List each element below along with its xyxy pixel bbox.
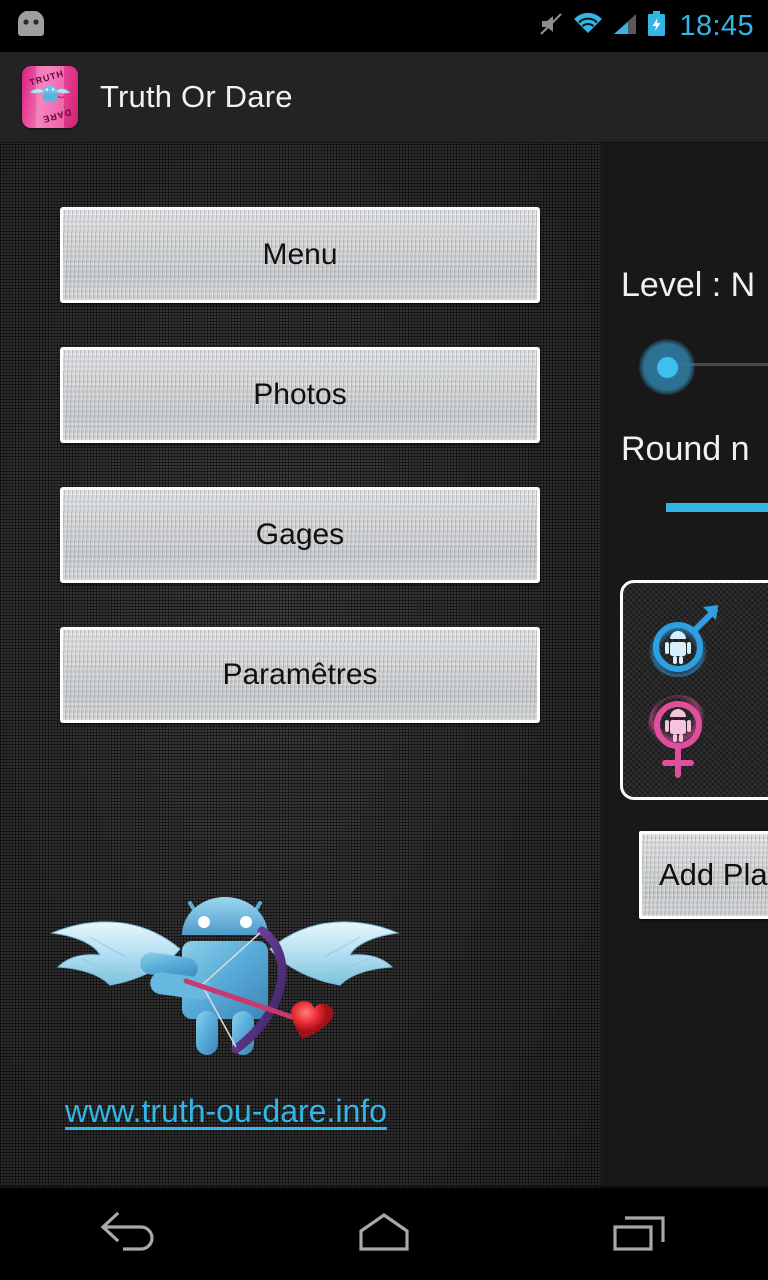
add-player-button[interactable]: Add Pla: [639, 831, 768, 919]
action-bar: TRUTH DARE Truth Or Dare: [0, 52, 768, 143]
left-menu-panel: Menu Photos Gages Paramêtres www.truth-o…: [0, 143, 600, 1189]
level-slider-thumb-core: [657, 357, 678, 378]
menu-button-label: Menu: [262, 238, 338, 271]
level-slider[interactable]: [621, 339, 768, 395]
female-android-icon[interactable]: [645, 695, 723, 780]
status-bar-notifications: [0, 9, 48, 42]
back-button[interactable]: [48, 1189, 208, 1280]
photos-button-label: Photos: [253, 378, 347, 411]
android-head-icon: [14, 9, 48, 42]
round-number-input[interactable]: [666, 503, 768, 512]
level-label: Level : N: [621, 266, 756, 304]
parametres-button[interactable]: Paramêtres: [60, 627, 540, 723]
right-settings-panel: Level : N Round n Add Pla: [603, 143, 768, 1189]
parametres-button-label: Paramêtres: [222, 658, 378, 691]
home-button[interactable]: [304, 1189, 464, 1280]
status-bar: 18:45: [0, 0, 768, 52]
app-title: Truth Or Dare: [100, 79, 293, 114]
volume-muted-icon: [538, 11, 564, 42]
back-icon: [95, 1209, 161, 1260]
recent-apps-button[interactable]: [560, 1189, 720, 1280]
home-icon: [351, 1209, 417, 1260]
menu-button[interactable]: Menu: [60, 207, 540, 303]
cellular-signal-icon: [612, 12, 638, 41]
recent-apps-icon: [607, 1209, 673, 1260]
cupid-android-mascot: [30, 889, 422, 1074]
battery-charging-icon: [647, 10, 666, 42]
round-label: Round n: [621, 430, 750, 468]
gages-button[interactable]: Gages: [60, 487, 540, 583]
gages-button-label: Gages: [255, 518, 345, 551]
app-content: Menu Photos Gages Paramêtres www.truth-o…: [0, 143, 768, 1189]
truth-or-dare-app-icon: TRUTH DARE: [22, 66, 78, 128]
male-android-icon[interactable]: [645, 595, 723, 680]
status-bar-icons: 18:45: [538, 0, 754, 52]
mini-winged-droid-icon: [28, 80, 72, 115]
add-player-button-label: Add Pla: [659, 857, 768, 892]
website-link[interactable]: www.truth-ou-dare.info: [36, 1093, 416, 1130]
wifi-icon: [573, 12, 603, 41]
navigation-bar: [0, 1189, 768, 1280]
player-gender-panel: [620, 580, 768, 800]
status-bar-clock: 18:45: [679, 9, 754, 42]
photos-button[interactable]: Photos: [60, 347, 540, 443]
android-screen: 18:45 TRUTH DARE Truth Or Dare Menu Phot…: [0, 0, 768, 1280]
